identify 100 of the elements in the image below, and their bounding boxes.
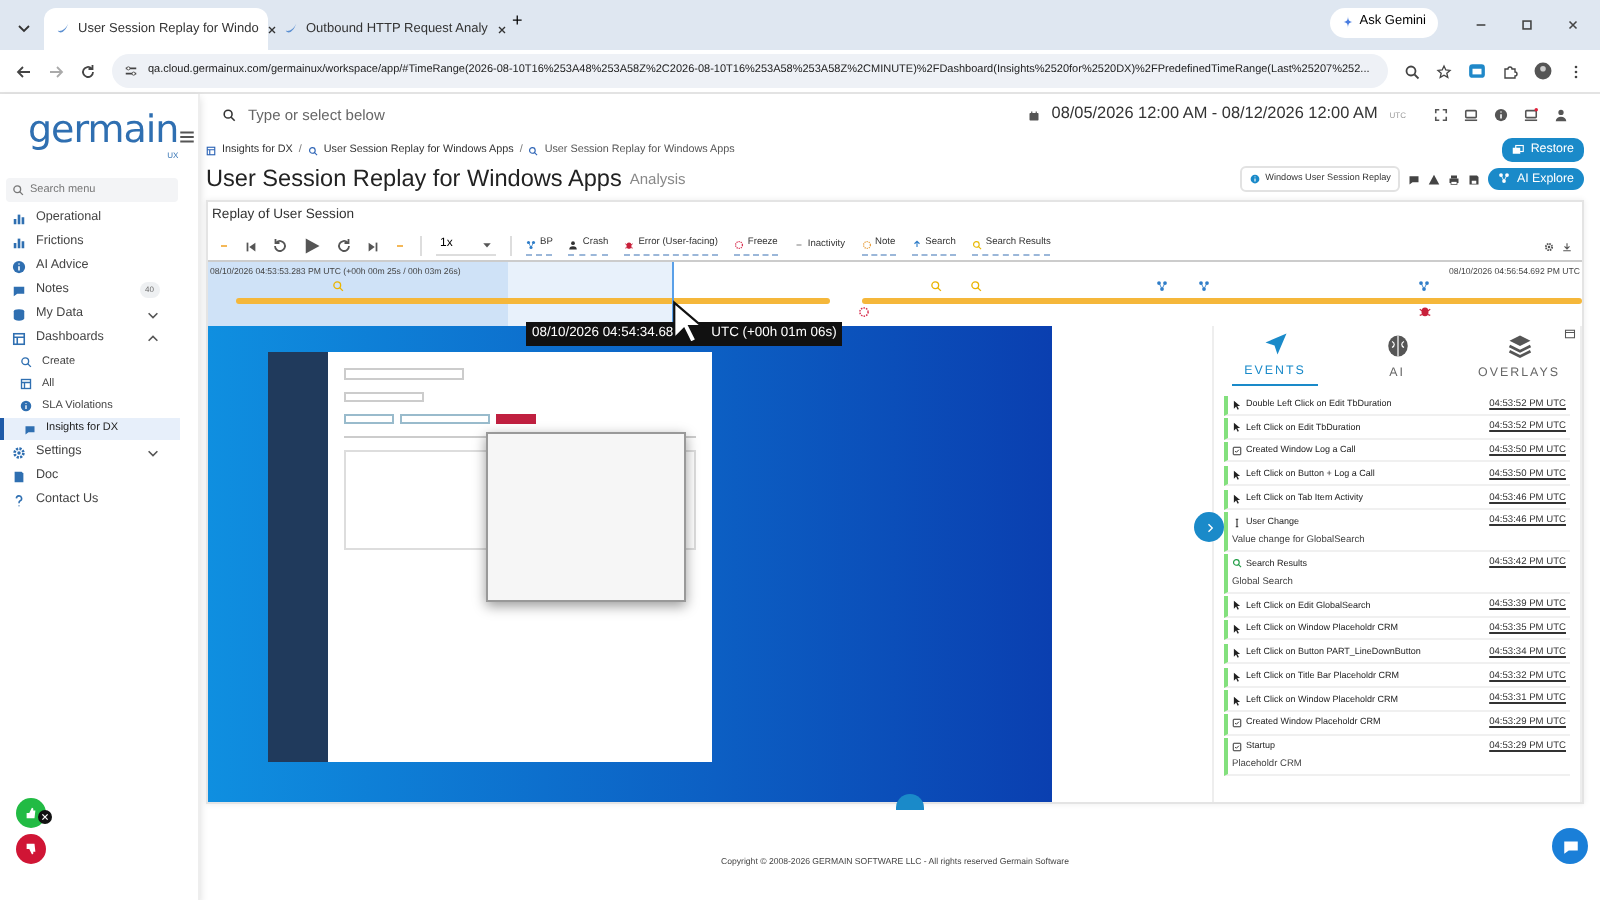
rewind-icon[interactable] xyxy=(272,238,288,254)
click-icon xyxy=(1232,422,1242,433)
restore-icon xyxy=(1512,143,1525,156)
window-icon xyxy=(1232,742,1242,753)
freeze-marker-icon[interactable] xyxy=(857,306,870,318)
search-icon xyxy=(1232,558,1242,569)
click-icon xyxy=(1232,647,1242,658)
chat-icon xyxy=(1561,837,1579,855)
close-badge-icon[interactable] xyxy=(38,810,52,824)
site-icon xyxy=(56,22,70,36)
presentation-icon[interactable] xyxy=(1464,108,1478,122)
filter-icon xyxy=(971,239,982,249)
menu-item-icon xyxy=(12,493,26,508)
thumbs-up-button[interactable] xyxy=(16,798,46,828)
filter-icon xyxy=(624,239,635,249)
send-icon xyxy=(1263,332,1287,357)
zoom-icon[interactable] xyxy=(1404,63,1420,79)
download-icon[interactable] xyxy=(1562,241,1572,251)
address-bar[interactable] xyxy=(112,54,1388,88)
new-tab-button[interactable]: + xyxy=(500,7,535,37)
filter-icon xyxy=(568,239,579,249)
settings-icon[interactable] xyxy=(1544,241,1554,251)
extension-icon[interactable] xyxy=(1468,62,1486,80)
breadcrumb-icon xyxy=(307,145,318,155)
menu-item-icon xyxy=(12,307,26,321)
window-icon xyxy=(1232,446,1242,457)
user-icon[interactable] xyxy=(1554,108,1568,122)
caret-icon xyxy=(482,240,492,250)
window-icon xyxy=(1232,718,1242,729)
dashboard-icon xyxy=(1249,173,1260,184)
network-marker-icon[interactable] xyxy=(1417,280,1430,292)
submenu-item-icon xyxy=(20,355,32,368)
skip-back-icon[interactable] xyxy=(244,239,258,253)
chevron-right-icon xyxy=(1203,521,1215,533)
search-marker-icon[interactable] xyxy=(331,280,344,292)
click-icon xyxy=(1232,399,1242,410)
close-icon[interactable] xyxy=(1566,18,1580,32)
breadcrumb-icon xyxy=(528,145,539,155)
chevron-up-icon[interactable] xyxy=(146,331,160,345)
layers-icon xyxy=(1507,334,1531,359)
logo-text: germain xyxy=(28,111,179,149)
filter-icon xyxy=(733,239,744,249)
search-icon xyxy=(222,108,236,122)
menu-item-icon xyxy=(12,283,26,297)
thumbs-down-button[interactable] xyxy=(16,834,46,864)
search-marker-icon[interactable] xyxy=(930,280,943,292)
minimize-icon[interactable] xyxy=(1474,18,1488,32)
calendar-icon xyxy=(1027,109,1040,121)
network-marker-icon[interactable] xyxy=(1156,280,1169,292)
breadcrumb-icon xyxy=(206,145,216,155)
click-icon xyxy=(1232,671,1242,682)
timeline-track[interactable] xyxy=(235,298,831,304)
thumbs-up-icon xyxy=(24,806,38,820)
close-icon[interactable] xyxy=(266,23,279,35)
menu-item-icon xyxy=(12,259,26,273)
info-icon[interactable] xyxy=(1494,108,1508,122)
back-icon[interactable] xyxy=(16,63,32,79)
text-cursor-icon xyxy=(1232,517,1242,528)
comment-icon[interactable] xyxy=(1408,173,1421,185)
print-icon[interactable] xyxy=(1448,173,1461,185)
play-icon[interactable] xyxy=(302,236,322,256)
fast-forward-icon[interactable] xyxy=(336,238,352,254)
thumbs-down-icon xyxy=(24,842,38,856)
date-range[interactable]: 08/05/2026 12:00 AM - 08/12/2026 12:00 AM xyxy=(1051,102,1378,128)
brain-icon xyxy=(1385,334,1409,359)
menu-item-icon xyxy=(12,331,26,345)
filter-icon xyxy=(861,239,872,249)
filter-icon xyxy=(793,240,804,250)
warning-icon[interactable] xyxy=(1428,173,1441,185)
menu-icon[interactable] xyxy=(178,127,197,145)
page-title: User Session Replay for Windows Apps xyxy=(206,164,622,194)
reload-icon[interactable] xyxy=(80,63,96,79)
click-icon xyxy=(1232,624,1242,635)
search-icon xyxy=(12,184,24,196)
click-icon xyxy=(1232,470,1242,481)
panel-toggle-button[interactable] xyxy=(1194,512,1224,542)
network-marker-icon[interactable] xyxy=(1197,280,1210,292)
profile-icon[interactable] xyxy=(1534,62,1552,80)
search-marker-icon[interactable] xyxy=(970,280,983,292)
maximize-icon[interactable] xyxy=(1520,18,1534,32)
fullscreen-icon[interactable] xyxy=(1434,108,1448,122)
notification-icon[interactable] xyxy=(1524,108,1538,122)
puzzle-icon[interactable] xyxy=(1502,63,1518,79)
close-icon[interactable] xyxy=(495,23,508,35)
submenu-item-icon xyxy=(20,400,32,413)
bookmark-icon[interactable] xyxy=(1436,63,1452,79)
submenu-item-icon xyxy=(20,377,32,390)
tab-list-icon[interactable] xyxy=(16,20,32,36)
timeline-track[interactable] xyxy=(862,298,1582,304)
chevron-down-icon[interactable] xyxy=(146,307,160,321)
filter-icon xyxy=(526,239,536,249)
menu-item-icon xyxy=(12,211,26,225)
site-icon xyxy=(284,22,298,36)
minimize-panel-icon[interactable] xyxy=(1564,328,1576,340)
error-marker-icon[interactable] xyxy=(1417,304,1432,318)
click-icon xyxy=(1232,600,1242,611)
skip-forward-icon[interactable] xyxy=(366,239,380,253)
chevron-down-icon[interactable] xyxy=(146,445,160,460)
chat-button[interactable] xyxy=(1552,828,1588,864)
save-icon[interactable] xyxy=(1468,173,1481,185)
